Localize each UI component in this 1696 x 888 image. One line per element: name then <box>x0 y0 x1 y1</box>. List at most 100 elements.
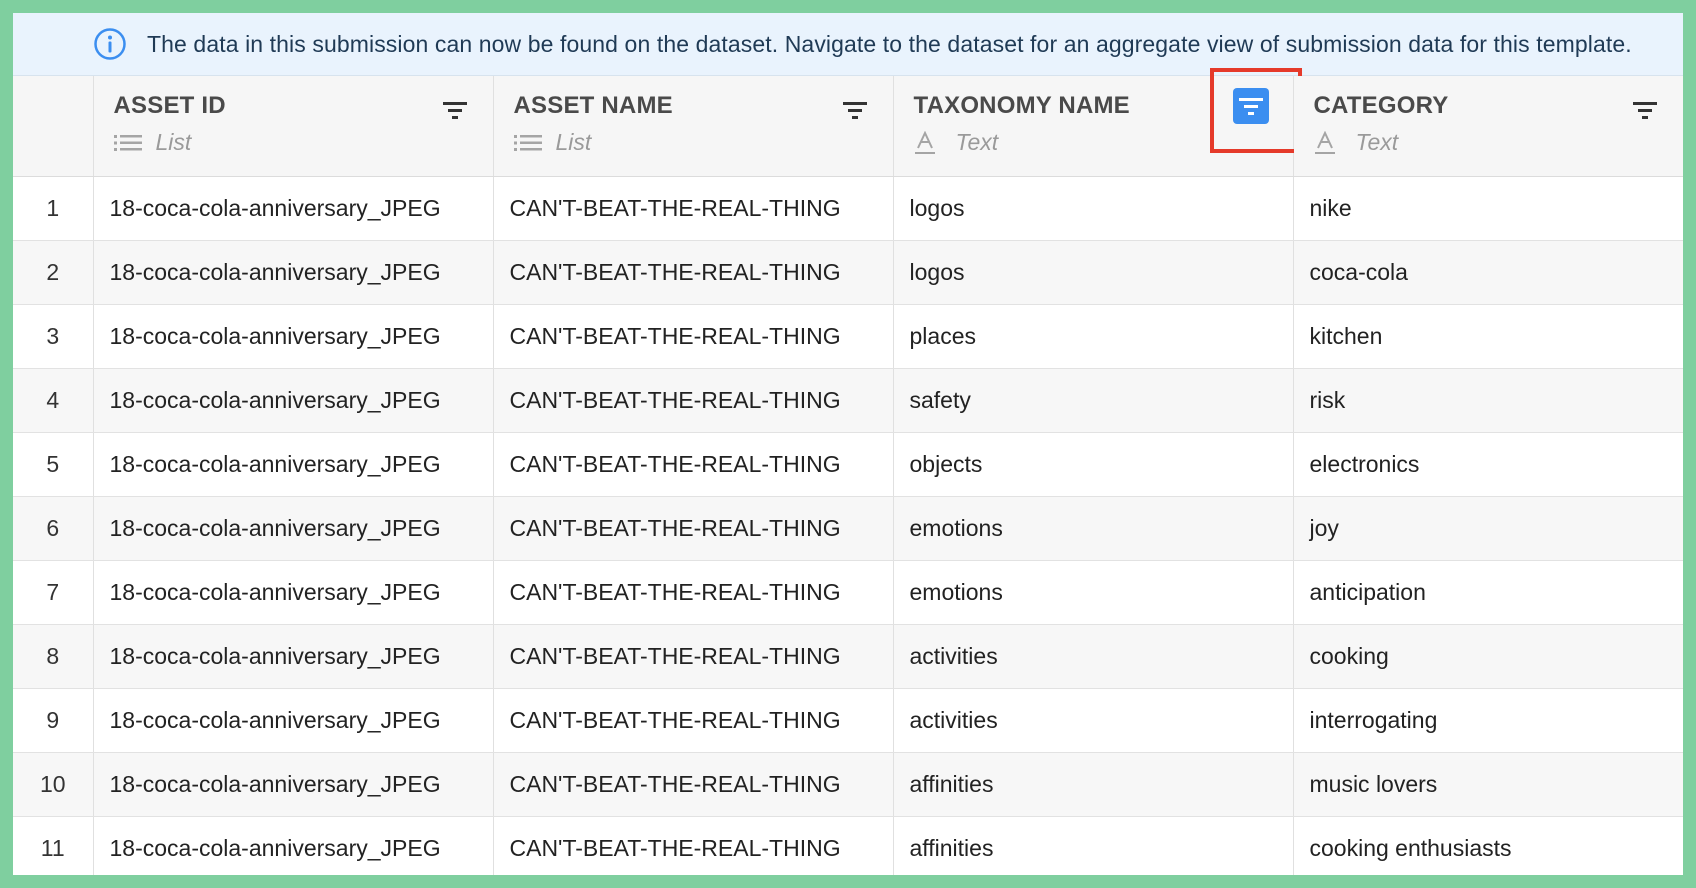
asset-id-cell[interactable]: 18-coca-cola-anniversary_JPEG <box>93 560 494 625</box>
asset-id-cell[interactable]: 18-coca-cola-anniversary_JPEG <box>93 176 494 241</box>
asset-name-cell[interactable]: CAN'T-BEAT-THE-REAL-THING <box>493 432 894 497</box>
taxonomy-name-cell[interactable]: objects <box>893 432 1294 497</box>
category-cell[interactable]: coca-cola <box>1293 240 1683 305</box>
row-number-cell: 9 <box>13 688 94 753</box>
column-type-label: Text <box>1355 129 1399 155</box>
column-title: TAXONOMY NAME <box>913 92 1130 119</box>
asset-name-cell[interactable]: CAN'T-BEAT-THE-REAL-THING <box>493 752 894 817</box>
column-title: ASSET ID <box>113 92 226 119</box>
banner-message: The data in this submission can now be f… <box>147 30 1632 57</box>
table-row[interactable]: 8 18-coca-cola-anniversary_JPEG CAN'T-BEAT… <box>13 624 1683 689</box>
table-row[interactable]: 9 18-coca-cola-anniversary_JPEG CAN'T-BEAT… <box>13 688 1683 753</box>
taxonomy-name-cell[interactable]: logos <box>893 240 1294 305</box>
list-icon <box>113 131 144 155</box>
table-body: 1 18-coca-cola-anniversary_JPEG CAN'T-BEAT… <box>13 176 1683 875</box>
asset-name-cell[interactable]: CAN'T-BEAT-THE-REAL-THING <box>493 496 894 561</box>
table-row[interactable]: 2 18-coca-cola-anniversary_JPEG CAN'T-BEAT… <box>13 240 1683 305</box>
row-number-cell: 5 <box>13 432 94 497</box>
filter-icon[interactable] <box>1629 94 1661 126</box>
row-number-cell: 8 <box>13 624 94 689</box>
column-type: List <box>513 129 873 156</box>
taxonomy-name-cell[interactable]: activities <box>893 688 1294 753</box>
column-type: Text <box>914 129 1273 156</box>
row-number-cell: 2 <box>13 240 94 305</box>
header-row: ASSET ID List ASSET NAME List TAXONOMY NAME T… <box>13 68 1684 177</box>
asset-name-cell[interactable]: CAN'T-BEAT-THE-REAL-THING <box>493 624 894 689</box>
asset-name-cell[interactable]: CAN'T-BEAT-THE-REAL-THING <box>493 560 894 625</box>
column-title: CATEGORY <box>1313 92 1449 119</box>
asset-id-cell[interactable]: 18-coca-cola-anniversary_JPEG <box>93 432 494 497</box>
column-type-label: List <box>155 129 192 155</box>
asset-name-cell[interactable]: CAN'T-BEAT-THE-REAL-THING <box>493 368 894 433</box>
asset-name-cell[interactable]: CAN'T-BEAT-THE-REAL-THING <box>493 240 894 305</box>
asset-id-cell[interactable]: 18-coca-cola-anniversary_JPEG <box>93 624 494 689</box>
asset-name-cell[interactable]: CAN'T-BEAT-THE-REAL-THING <box>493 816 894 875</box>
table-row[interactable]: 1 18-coca-cola-anniversary_JPEG CAN'T-BEAT… <box>13 176 1683 241</box>
taxonomy-name-cell[interactable]: safety <box>893 368 1294 433</box>
column-header[interactable]: TAXONOMY NAME Text <box>893 68 1302 177</box>
info-icon <box>93 27 127 61</box>
filter-icon[interactable] <box>439 94 471 126</box>
table-row[interactable]: 6 18-coca-cola-anniversary_JPEG CAN'T-BEAT… <box>13 496 1683 561</box>
table-row[interactable]: 5 18-coca-cola-anniversary_JPEG CAN'T-BEAT… <box>13 432 1683 497</box>
category-cell[interactable]: kitchen <box>1293 304 1683 369</box>
category-cell[interactable]: anticipation <box>1293 560 1683 625</box>
submission-table: ASSET ID List ASSET NAME List TAXONOMY NAME T… <box>13 68 1684 875</box>
row-number-cell: 10 <box>13 752 94 817</box>
asset-name-cell[interactable]: CAN'T-BEAT-THE-REAL-THING <box>493 688 894 753</box>
asset-name-cell[interactable]: CAN'T-BEAT-THE-REAL-THING <box>493 304 894 369</box>
table-row[interactable]: 11 18-coca-cola-anniversary_JPEG CAN'T-BEA… <box>13 816 1683 875</box>
row-number-header <box>13 76 94 177</box>
category-cell[interactable]: cooking enthusiasts <box>1293 816 1683 875</box>
taxonomy-name-cell[interactable]: affinities <box>893 752 1294 817</box>
filter-icon[interactable] <box>1232 88 1269 124</box>
info-banner: The data in this submission can now be f… <box>13 13 1683 76</box>
column-header[interactable]: ASSET ID List <box>93 76 494 177</box>
asset-id-cell[interactable]: 18-coca-cola-anniversary_JPEG <box>93 240 494 305</box>
column-type-label: List <box>555 129 592 155</box>
text-type-icon <box>1314 130 1344 155</box>
row-number-cell: 4 <box>13 368 94 433</box>
column-type: Text <box>1314 129 1664 156</box>
taxonomy-name-cell[interactable]: affinities <box>893 816 1294 875</box>
row-number-cell: 11 <box>13 816 94 875</box>
asset-name-cell[interactable]: CAN'T-BEAT-THE-REAL-THING <box>493 176 894 241</box>
list-icon <box>513 131 544 155</box>
category-cell[interactable]: cooking <box>1293 624 1683 689</box>
category-cell[interactable]: electronics <box>1293 432 1683 497</box>
column-type: List <box>113 129 473 156</box>
column-header[interactable]: ASSET NAME List <box>493 76 894 177</box>
text-type-icon <box>914 130 944 155</box>
taxonomy-name-cell[interactable]: logos <box>893 176 1294 241</box>
row-number-cell: 7 <box>13 560 94 625</box>
column-header-content: CATEGORY Text <box>1294 76 1684 176</box>
row-number-cell: 1 <box>13 176 94 241</box>
table-row[interactable]: 7 18-coca-cola-anniversary_JPEG CAN'T-BEAT… <box>13 560 1683 625</box>
column-header-content: ASSET NAME List <box>494 76 893 176</box>
asset-id-cell[interactable]: 18-coca-cola-anniversary_JPEG <box>93 816 494 875</box>
taxonomy-name-cell[interactable]: emotions <box>893 560 1294 625</box>
asset-id-cell[interactable]: 18-coca-cola-anniversary_JPEG <box>93 688 494 753</box>
category-cell[interactable]: music lovers <box>1293 752 1683 817</box>
column-title: ASSET NAME <box>513 92 673 119</box>
category-cell[interactable]: risk <box>1293 368 1683 433</box>
table-row[interactable]: 3 18-coca-cola-anniversary_JPEG CAN'T-BEAT… <box>13 304 1683 369</box>
column-header-content: ASSET ID List <box>94 76 493 176</box>
category-cell[interactable]: interrogating <box>1293 688 1683 753</box>
taxonomy-name-cell[interactable]: emotions <box>893 496 1294 561</box>
taxonomy-name-cell[interactable]: places <box>893 304 1294 369</box>
column-header-content: TAXONOMY NAME Text <box>894 68 1302 176</box>
asset-id-cell[interactable]: 18-coca-cola-anniversary_JPEG <box>93 368 494 433</box>
filter-icon[interactable] <box>839 94 871 126</box>
category-cell[interactable]: nike <box>1293 176 1683 241</box>
asset-id-cell[interactable]: 18-coca-cola-anniversary_JPEG <box>93 304 494 369</box>
table-row[interactable]: 10 18-coca-cola-anniversary_JPEG CAN'T-BEA… <box>13 752 1683 817</box>
category-cell[interactable]: joy <box>1293 496 1683 561</box>
asset-id-cell[interactable]: 18-coca-cola-anniversary_JPEG <box>93 752 494 817</box>
column-header[interactable]: CATEGORY Text <box>1293 76 1684 177</box>
data-grid: ASSET ID List ASSET NAME List TAXONOMY NAME T… <box>13 68 1684 875</box>
asset-id-cell[interactable]: 18-coca-cola-anniversary_JPEG <box>93 496 494 561</box>
app-frame: The data in this submission can now be f… <box>13 13 1683 875</box>
table-row[interactable]: 4 18-coca-cola-anniversary_JPEG CAN'T-BEAT… <box>13 368 1683 433</box>
taxonomy-name-cell[interactable]: activities <box>893 624 1294 689</box>
